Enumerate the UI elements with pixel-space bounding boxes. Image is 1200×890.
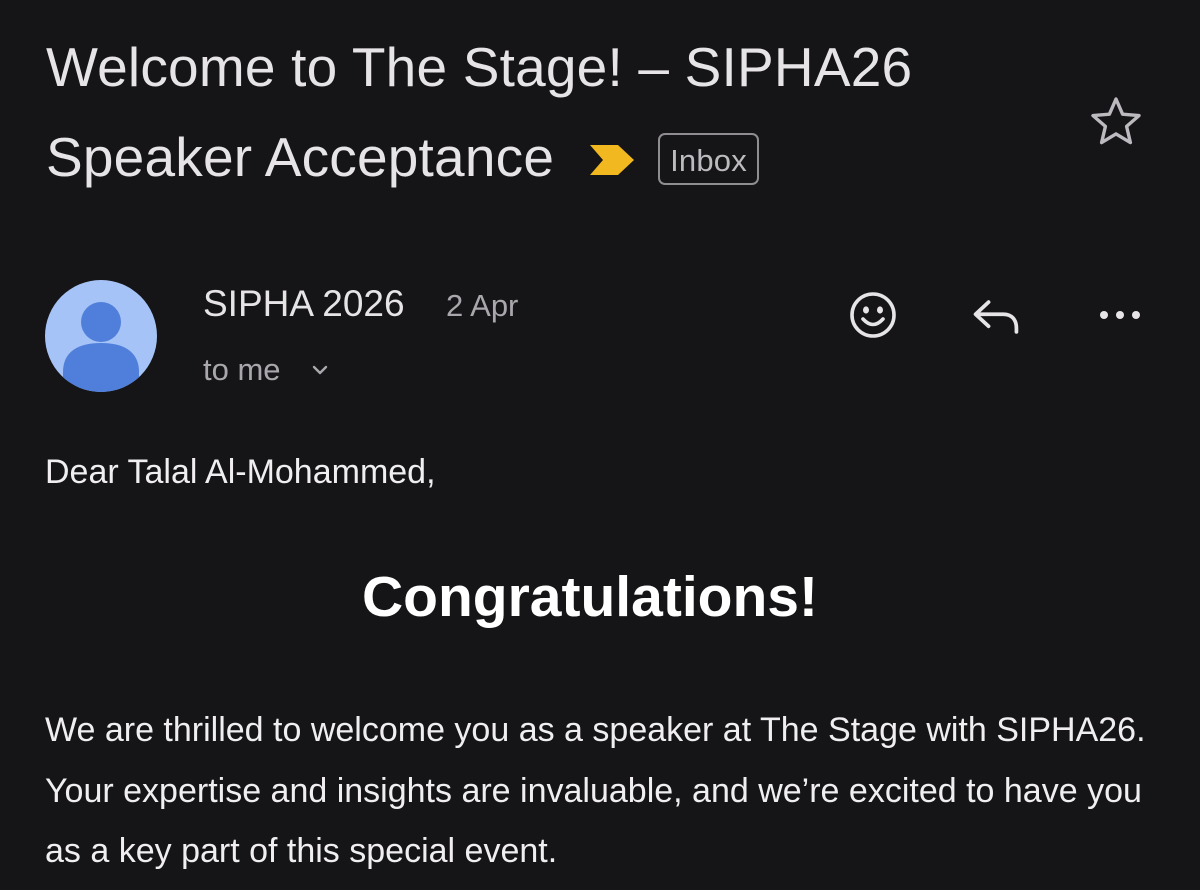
- email-headline: Congratulations!: [362, 565, 818, 629]
- recipient-label: to me: [203, 352, 281, 387]
- reply-icon[interactable]: [970, 291, 1022, 343]
- subject-line-2: Speaker Acceptance: [46, 126, 555, 188]
- email-body-paragraph: We are thrilled to welcome you as a spea…: [45, 711, 1146, 870]
- chevron-down-icon: [312, 365, 327, 375]
- inbox-label-badge[interactable]: Inbox: [658, 133, 759, 185]
- important-marker-icon[interactable]: [588, 143, 636, 177]
- subject-line-2-row: Speaker Acceptance Inbox: [46, 112, 1046, 202]
- more-options-icon[interactable]: [1094, 289, 1146, 341]
- email-subject: Welcome to The Stage! – SIPHA26 Speaker …: [46, 22, 1046, 202]
- star-icon[interactable]: [1087, 93, 1145, 151]
- sender-name[interactable]: SIPHA 2026: [203, 282, 405, 326]
- sender-avatar[interactable]: [45, 280, 157, 392]
- emoji-reaction-icon[interactable]: [847, 289, 899, 341]
- sent-date: 2 Apr: [446, 288, 519, 323]
- person-icon: [63, 302, 139, 392]
- recipient-details-toggle[interactable]: to me: [203, 350, 331, 390]
- subject-line-1: Welcome to The Stage! – SIPHA26: [46, 36, 913, 98]
- email-greeting: Dear Talal Al-Mohammed,: [45, 453, 436, 491]
